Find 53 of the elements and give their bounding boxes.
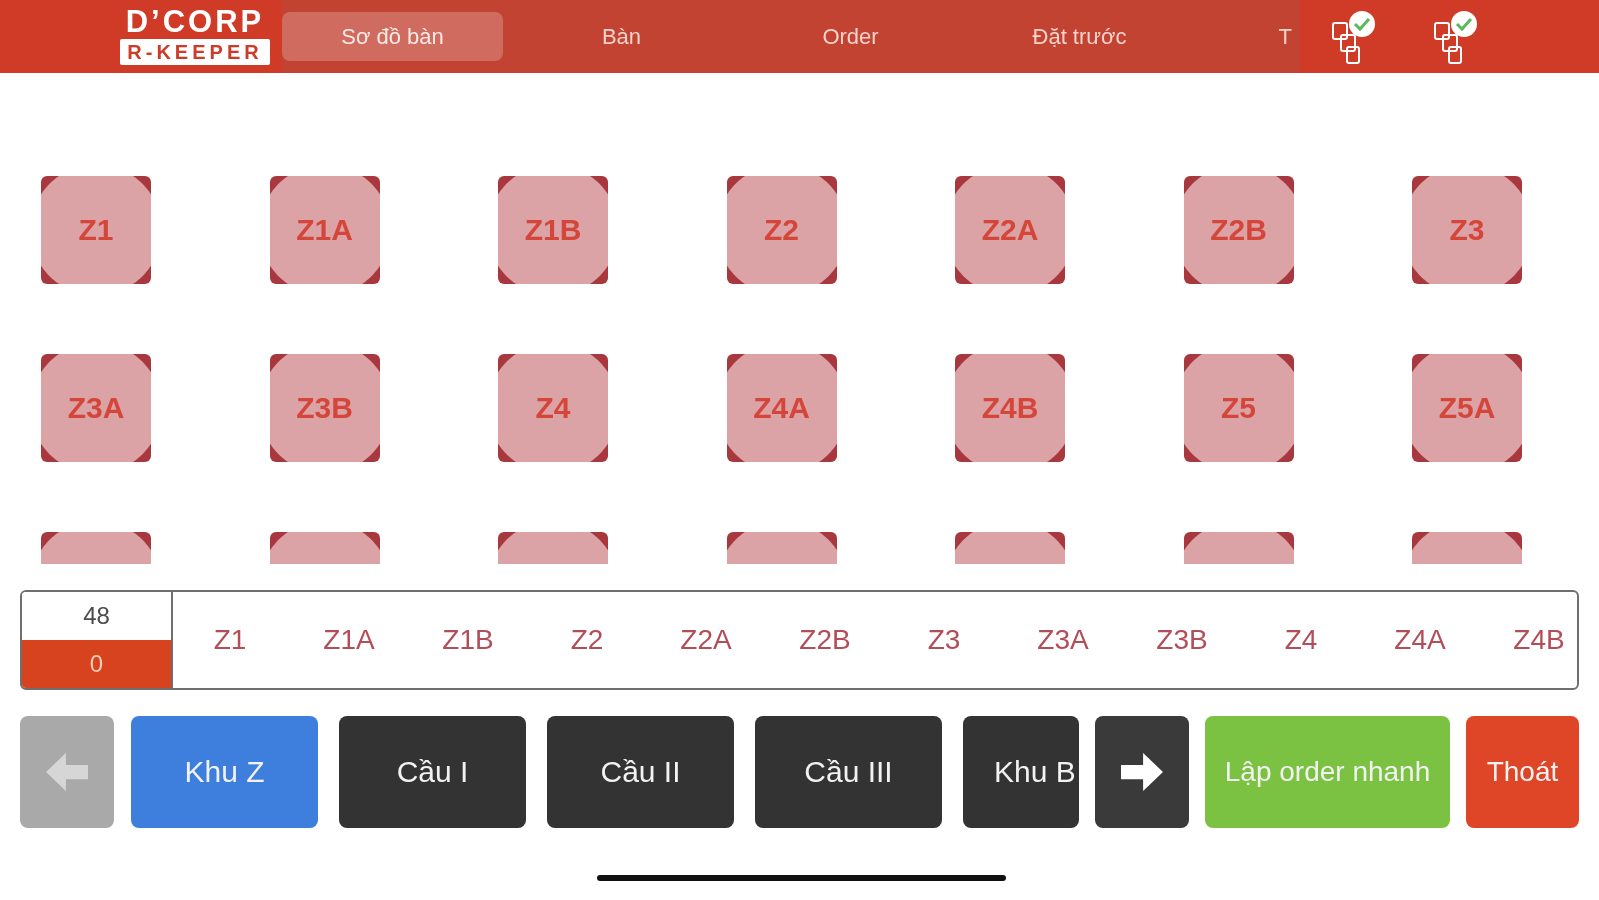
table-tile[interactable]: Z2B bbox=[1183, 176, 1294, 284]
table-tile[interactable]: Z2A bbox=[955, 176, 1065, 284]
table-tile-icon[interactable] bbox=[1412, 532, 1522, 564]
nav-tab[interactable]: Sơ đồ bàn bbox=[282, 12, 503, 61]
table-tile-icon[interactable] bbox=[269, 532, 380, 564]
table-tile[interactable]: Z1B bbox=[498, 176, 608, 284]
table-tile[interactable]: Z1A bbox=[269, 176, 380, 284]
area-tab[interactable]: Khu Z bbox=[131, 716, 318, 828]
arrow-right-icon bbox=[1121, 753, 1163, 791]
table-tile-icon[interactable] bbox=[726, 532, 837, 564]
table-shortcut[interactable]: Z3 bbox=[912, 624, 976, 656]
table-shortcut[interactable]: Z3A bbox=[1031, 624, 1095, 656]
nav-tab[interactable]: T bbox=[1198, 12, 1300, 61]
table-shortcut[interactable]: Z2 bbox=[555, 624, 619, 656]
nav-tab[interactable]: Đặt trước bbox=[969, 12, 1190, 61]
table-tile[interactable]: Z3A bbox=[41, 354, 151, 462]
nav-tab[interactable]: Bàn bbox=[511, 12, 732, 61]
nav-tab[interactable]: Order bbox=[740, 12, 961, 61]
table-tile-icon[interactable] bbox=[41, 532, 151, 564]
table-tile[interactable]: Z3B bbox=[269, 354, 380, 462]
logo-badge: R-KEEPER bbox=[120, 39, 270, 65]
area-tab[interactable]: Cầu III bbox=[755, 716, 942, 828]
logo-wordmark: D’CORP bbox=[124, 8, 266, 35]
area-tab[interactable]: Cầu I bbox=[339, 716, 526, 828]
occupied-count: 0 bbox=[22, 640, 171, 688]
table-shortcut[interactable]: Z4 bbox=[1269, 624, 1333, 656]
next-button[interactable] bbox=[1095, 716, 1189, 828]
arrow-left-icon bbox=[46, 753, 88, 791]
table-tile-icon[interactable] bbox=[955, 532, 1065, 564]
area-tab[interactable]: Cầu II bbox=[547, 716, 734, 828]
table-tile-icon[interactable] bbox=[1183, 532, 1294, 564]
table-shortcut[interactable]: Z3B bbox=[1150, 624, 1214, 656]
table-tile[interactable]: Z2 bbox=[726, 176, 837, 284]
table-shortcut[interactable]: Z1B bbox=[436, 624, 500, 656]
quick-order-button[interactable]: Lập order nhanh bbox=[1205, 716, 1450, 828]
table-tile[interactable]: Z3 bbox=[1412, 176, 1522, 284]
table-tile[interactable]: Z4B bbox=[955, 354, 1065, 462]
squares-check-icon[interactable] bbox=[1433, 8, 1479, 65]
table-tile[interactable]: Z5A bbox=[1412, 354, 1522, 462]
squares-check-icon[interactable] bbox=[1331, 8, 1377, 65]
table-shortcut[interactable]: Z1A bbox=[317, 624, 381, 656]
table-shortcut[interactable]: Z4A bbox=[1388, 624, 1452, 656]
table-shortcut[interactable]: Z2B bbox=[793, 624, 857, 656]
table-shortcut[interactable]: Z2A bbox=[674, 624, 738, 656]
area-tab[interactable]: Khu B bbox=[963, 716, 1079, 828]
table-tile[interactable]: Z4A bbox=[726, 354, 837, 462]
table-tile[interactable]: Z4 bbox=[498, 354, 608, 462]
table-shortcut[interactable]: Z1 bbox=[198, 624, 262, 656]
table-tile[interactable]: Z1 bbox=[41, 176, 151, 284]
table-shortcut[interactable]: Z4B bbox=[1507, 624, 1571, 656]
table-tile-icon[interactable] bbox=[498, 532, 608, 564]
table-tile[interactable]: Z5 bbox=[1183, 354, 1294, 462]
exit-button[interactable]: Thoát bbox=[1466, 716, 1579, 828]
